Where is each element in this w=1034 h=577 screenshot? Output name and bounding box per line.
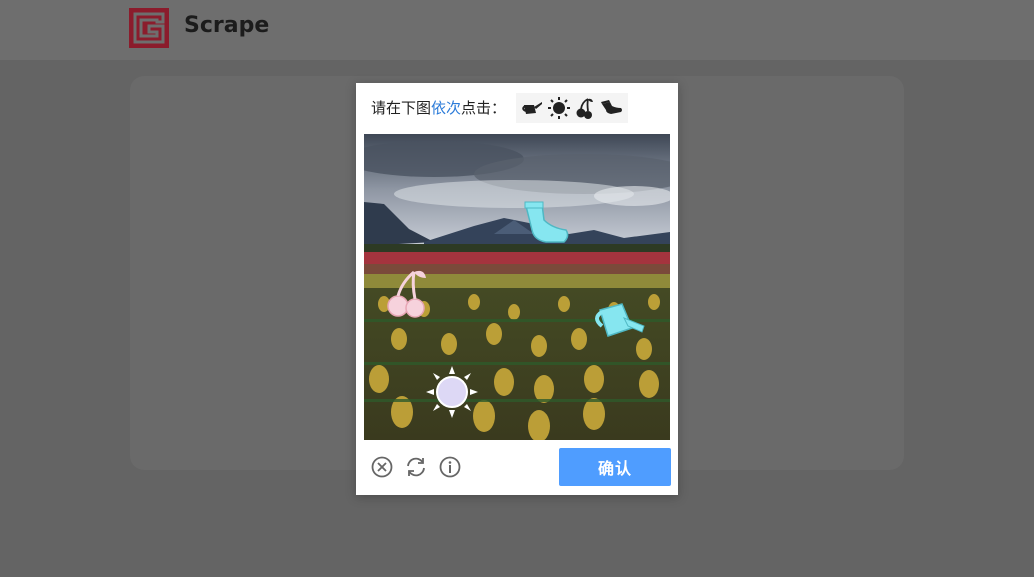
sun-icon — [548, 97, 570, 119]
watering-can-icon — [522, 102, 542, 114]
target-icons — [516, 93, 628, 123]
cherries-icon — [576, 98, 593, 119]
refresh-icon[interactable] — [404, 455, 428, 479]
scrape-logo — [129, 8, 169, 48]
sun-icon[interactable] — [426, 366, 478, 418]
close-icon[interactable] — [370, 455, 394, 479]
prompt-suffix: 点击： — [461, 99, 507, 117]
info-icon[interactable] — [438, 455, 462, 479]
cherries-icon[interactable] — [386, 264, 430, 322]
sock-icon — [601, 100, 622, 114]
confirm-button[interactable]: 确认 — [559, 448, 671, 486]
brand-name[interactable]: Scrape — [184, 12, 269, 40]
sock-icon[interactable] — [522, 200, 572, 246]
captcha-image[interactable] — [364, 134, 670, 440]
watering-can-icon[interactable] — [592, 296, 648, 344]
site-header: Scrape — [0, 0, 1034, 60]
captcha-prompt: 请在下图依次点击： — [371, 98, 506, 118]
prompt-prefix: 请在下图 — [371, 99, 432, 117]
prompt-highlight: 依次 — [431, 99, 462, 117]
captcha-dialog: 请在下图依次点击： 确认 — [356, 83, 678, 495]
